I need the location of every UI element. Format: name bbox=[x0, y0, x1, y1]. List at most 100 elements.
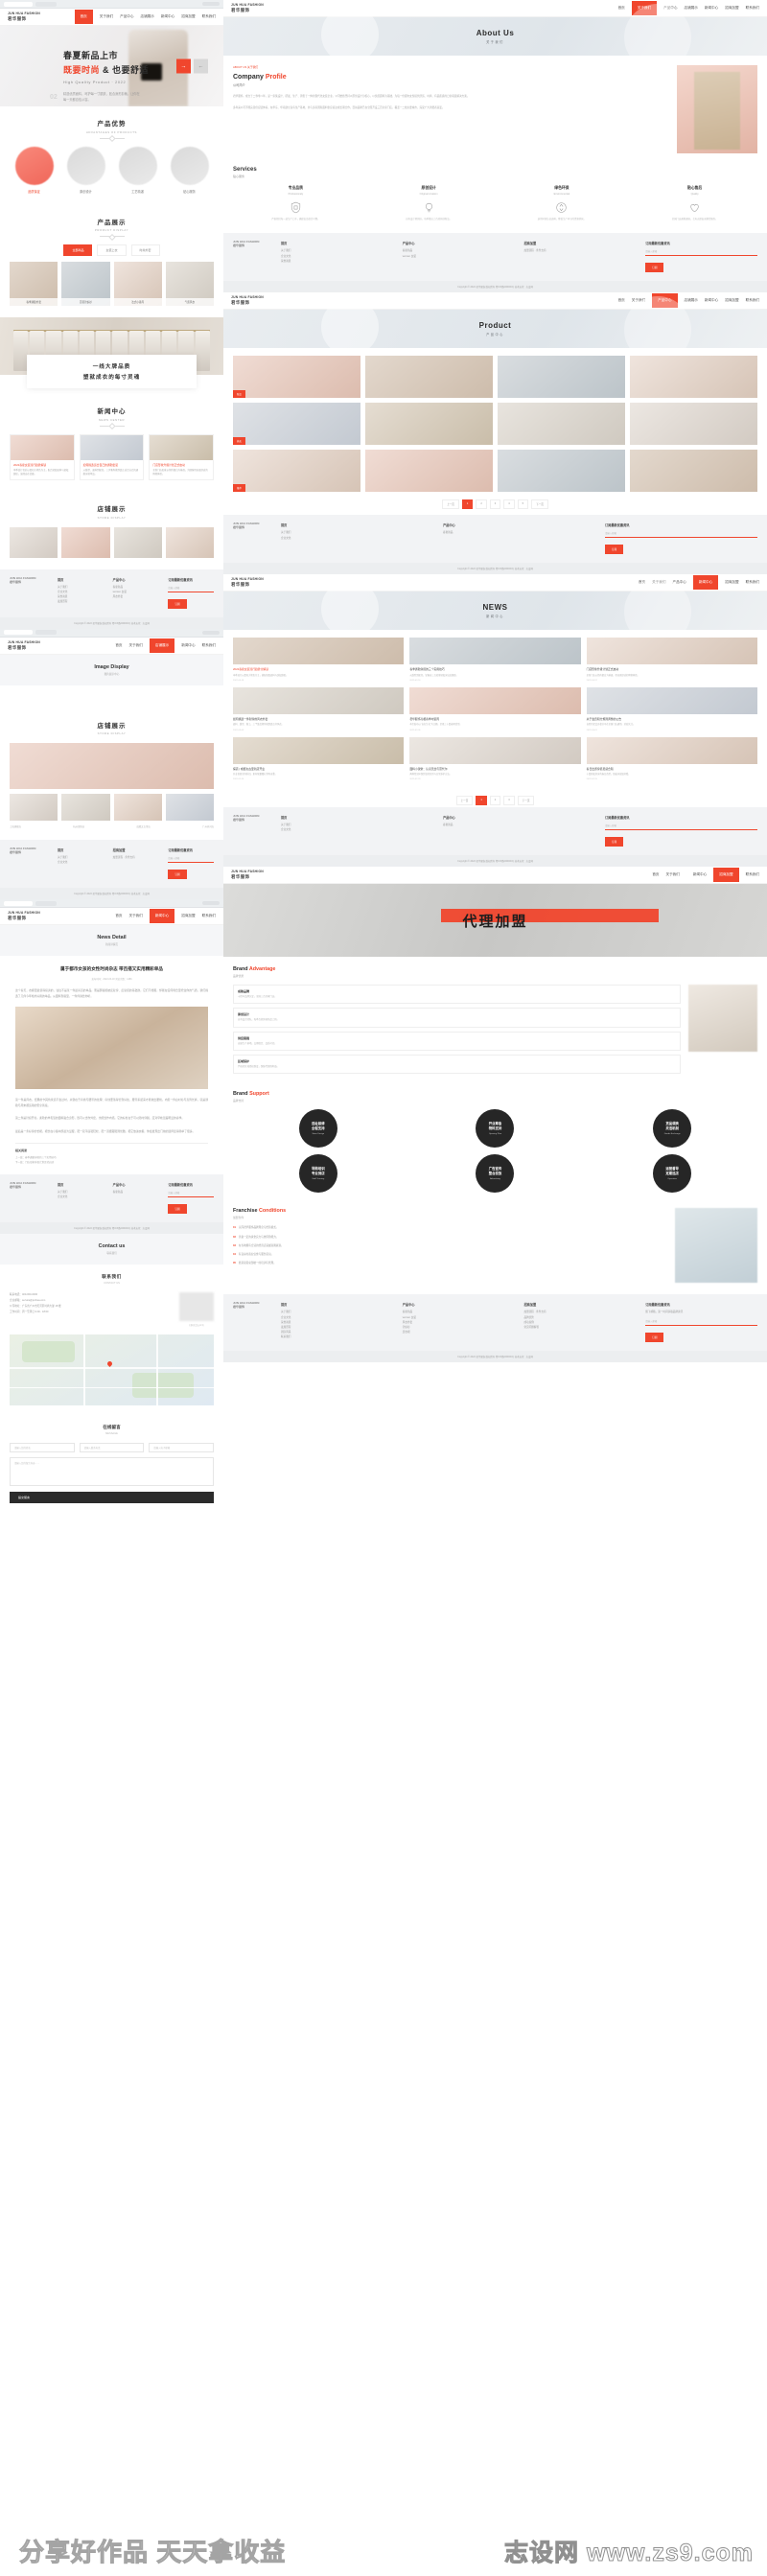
brand-logo[interactable]: JUN HUA FASHION 君华服饰 bbox=[231, 3, 264, 12]
product-cell[interactable]: 推荐 bbox=[233, 450, 360, 493]
news-card[interactable]: 2022春夏女装流行趋势解读 本季流行色彩以柔和大地色为主，配合轻盈面料与宽松廓… bbox=[10, 433, 75, 481]
advantage-list-item[interactable]: 成熟品牌 十四年品牌沉淀，全国三百余家门店。 bbox=[233, 985, 681, 1005]
footer-link[interactable]: 春夏新品 bbox=[443, 530, 595, 535]
product-card[interactable]: 春季通勤外套 bbox=[10, 262, 58, 306]
news-list-item[interactable]: 关于会员积分规则调整的公告 自四月起会员积分可在全国门店通用，欢迎关注。 202… bbox=[586, 686, 757, 731]
product-cell[interactable] bbox=[365, 356, 493, 399]
pager-prev[interactable]: 上一页 bbox=[442, 499, 459, 510]
nav-item-join[interactable]: 招商加盟 bbox=[725, 580, 738, 585]
footer-link[interactable]: 常见问题解答 bbox=[524, 1325, 637, 1330]
pager-next[interactable]: 下一页 bbox=[517, 796, 535, 806]
gallery-thumb[interactable] bbox=[10, 794, 58, 822]
nav-item-news[interactable]: 新闻中心 bbox=[181, 643, 195, 648]
nav-item-join[interactable]: 招商加盟 bbox=[713, 868, 739, 883]
news-list-item[interactable]: 探店 | 成都太古里新店开业 开业首周全场折扣，更有限量赠礼等你来拿。 2022… bbox=[233, 736, 405, 780]
nav-item-news[interactable]: 新闻中心 bbox=[705, 298, 718, 303]
news-list-item[interactable]: 如何挑选一件耐穿的风衣外套 面料、版型、做工，三个维度帮你挑到真正好风衣。 20… bbox=[233, 686, 405, 731]
nav-item-home[interactable]: 首页 bbox=[74, 10, 93, 24]
browser-menu-icon[interactable] bbox=[202, 901, 220, 906]
footer-link[interactable]: 企业文化 bbox=[58, 1195, 104, 1199]
store-photo[interactable] bbox=[61, 526, 110, 558]
product-cell[interactable] bbox=[498, 403, 625, 446]
gallery-thumb[interactable] bbox=[165, 794, 214, 822]
store-photo[interactable] bbox=[165, 526, 214, 558]
footer-subscribe-input[interactable]: 请输入邮箱 bbox=[645, 1319, 757, 1326]
name-field[interactable]: 请输入您的姓名 bbox=[10, 1442, 75, 1452]
nav-item-contact[interactable]: 联系我们 bbox=[202, 914, 216, 918]
support-bubble[interactable]: 广告宣传 整合投放 Advertising bbox=[410, 1154, 581, 1194]
footer-link[interactable]: 企业文化 bbox=[281, 536, 433, 541]
nav-item-news[interactable]: 新闻中心 bbox=[149, 909, 175, 924]
product-cell[interactable] bbox=[365, 403, 493, 446]
support-bubble[interactable]: 开业筹备 物料支持 Opening Plan bbox=[410, 1109, 581, 1149]
nav-item-join[interactable]: 招商加盟 bbox=[181, 914, 195, 918]
footer-subscribe-input[interactable]: 请输入邮箱 bbox=[168, 856, 215, 864]
footer-subscribe-input[interactable]: 请输入邮箱 bbox=[605, 531, 757, 539]
pager-page[interactable]: 3 bbox=[489, 499, 501, 510]
product-cell[interactable]: 新品 bbox=[233, 356, 360, 399]
support-bubble[interactable]: 货品调换 灵活机制 Goods Exchange bbox=[587, 1109, 757, 1149]
footer-subscribe-input[interactable]: 请输入邮箱 bbox=[645, 249, 757, 257]
next-article-link[interactable]: 下一篇：门店形象升级计划正式启动 bbox=[15, 1160, 208, 1165]
product-cell[interactable] bbox=[498, 450, 625, 493]
browser-tab[interactable] bbox=[4, 630, 33, 636]
footer-subscribe-input[interactable]: 请输入邮箱 bbox=[605, 824, 757, 831]
footer-link[interactable]: 发展历程 bbox=[58, 599, 104, 604]
browser-tab[interactable] bbox=[35, 1, 57, 7]
product-cell[interactable] bbox=[498, 356, 625, 399]
product-cell[interactable] bbox=[630, 450, 757, 493]
footer-subscribe-button[interactable]: 订阅 bbox=[168, 870, 187, 880]
brand-logo[interactable]: JUN HUA FASHION 君华服饰 bbox=[231, 295, 264, 305]
nav-item-join[interactable]: 招商加盟 bbox=[725, 298, 738, 303]
footer-subscribe-input[interactable]: 请输入邮箱 bbox=[168, 586, 215, 592]
news-list-item[interactable]: 春季通勤穿搭的三个实用技巧 从版型到配色，掌握这三点就能轻松穿出高级感。 202… bbox=[409, 638, 581, 682]
product-card[interactable]: 法式小香风 bbox=[113, 262, 162, 306]
nav-item-home[interactable]: 首页 bbox=[115, 643, 122, 648]
advantage-item[interactable]: 工艺精湛 bbox=[117, 146, 159, 194]
footer-subscribe-button[interactable]: 订阅 bbox=[645, 1332, 664, 1342]
submit-button[interactable]: 提交留言 bbox=[10, 1491, 214, 1503]
nav-item-join[interactable]: 招商加盟 bbox=[181, 14, 195, 19]
phone-field[interactable]: 请输入联系电话 bbox=[79, 1442, 145, 1452]
nav-item-news[interactable]: 新闻中心 bbox=[705, 6, 718, 11]
news-card[interactable]: 如何挑选适合自己的通勤套装 从版型、面料到配色，三步教你挑到真正适合自己的通勤穿… bbox=[79, 433, 145, 481]
pager-next[interactable]: 下一页 bbox=[531, 499, 548, 510]
footer-subscribe-button[interactable]: 订阅 bbox=[605, 545, 624, 555]
showcase-tab[interactable]: 女装上衣 bbox=[97, 244, 127, 256]
pager-page[interactable]: 4 bbox=[503, 499, 515, 510]
showcase-tab[interactable]: 时尚外套 bbox=[130, 244, 160, 256]
brand-logo[interactable]: JUN HUA FASHION 君华服饰 bbox=[231, 870, 264, 879]
nav-item-home[interactable]: 首页 bbox=[115, 914, 122, 918]
browser-tab[interactable] bbox=[4, 1, 33, 7]
nav-item-contact[interactable]: 联系我们 bbox=[746, 580, 759, 585]
footer-link[interactable]: 风衣外套 bbox=[113, 594, 159, 599]
nav-item-about[interactable]: 关于我们 bbox=[100, 14, 113, 19]
footer-link[interactable]: 春夏新品 bbox=[113, 1190, 159, 1195]
advantage-list-item[interactable]: 供应链强 自建生产基地，交期稳定、品质可控。 bbox=[233, 1031, 681, 1052]
nav-item-about[interactable]: 关于我们 bbox=[666, 872, 680, 877]
footer-link[interactable]: 联系我们 bbox=[281, 1334, 393, 1339]
brand-logo[interactable]: JUN HUA FASHION 君华服饰 bbox=[8, 911, 40, 920]
gallery-feature-photo[interactable] bbox=[10, 743, 214, 790]
nav-item-contact[interactable]: 联系我们 bbox=[746, 6, 759, 11]
nav-item-contact[interactable]: 联系我们 bbox=[746, 872, 759, 877]
footer-subscribe-button[interactable]: 订阅 bbox=[168, 598, 187, 609]
footer-link[interactable]: 春夏新品 bbox=[443, 823, 595, 827]
news-list-item[interactable]: 君华服饰亮相春季时装周 本次发布以“自在生长”为主题，呈现三十套春夏造型。 20… bbox=[409, 686, 581, 731]
product-cell[interactable]: 热卖 bbox=[233, 403, 360, 446]
location-map[interactable] bbox=[10, 1334, 214, 1405]
store-photo[interactable] bbox=[10, 526, 58, 558]
brand-logo[interactable]: JUN HUA FASHION 君华服饰 bbox=[8, 12, 40, 21]
nav-item-about[interactable]: 关于我们 bbox=[129, 914, 143, 918]
nav-item-contact[interactable]: 联系我们 bbox=[746, 298, 759, 303]
browser-tab[interactable] bbox=[35, 900, 57, 906]
support-bubble[interactable]: 选址装修 全程支持 Store Design bbox=[233, 1109, 404, 1149]
support-bubble[interactable]: 导购培训 专业到店 Staff Training bbox=[233, 1154, 404, 1194]
brand-logo[interactable]: JUN HUA FASHION 君华服饰 bbox=[8, 640, 40, 650]
nav-item-about[interactable]: 关于我们 bbox=[129, 643, 143, 648]
product-cell[interactable] bbox=[365, 450, 493, 493]
browser-menu-icon[interactable] bbox=[202, 630, 220, 635]
gallery-thumb[interactable] bbox=[61, 794, 110, 822]
footer-link[interactable]: 加盟流程 · 条件支持 bbox=[524, 248, 637, 253]
advantage-list-item[interactable]: 区域保护 严格的区域授权制度，保障代理商利益。 bbox=[233, 1055, 681, 1075]
